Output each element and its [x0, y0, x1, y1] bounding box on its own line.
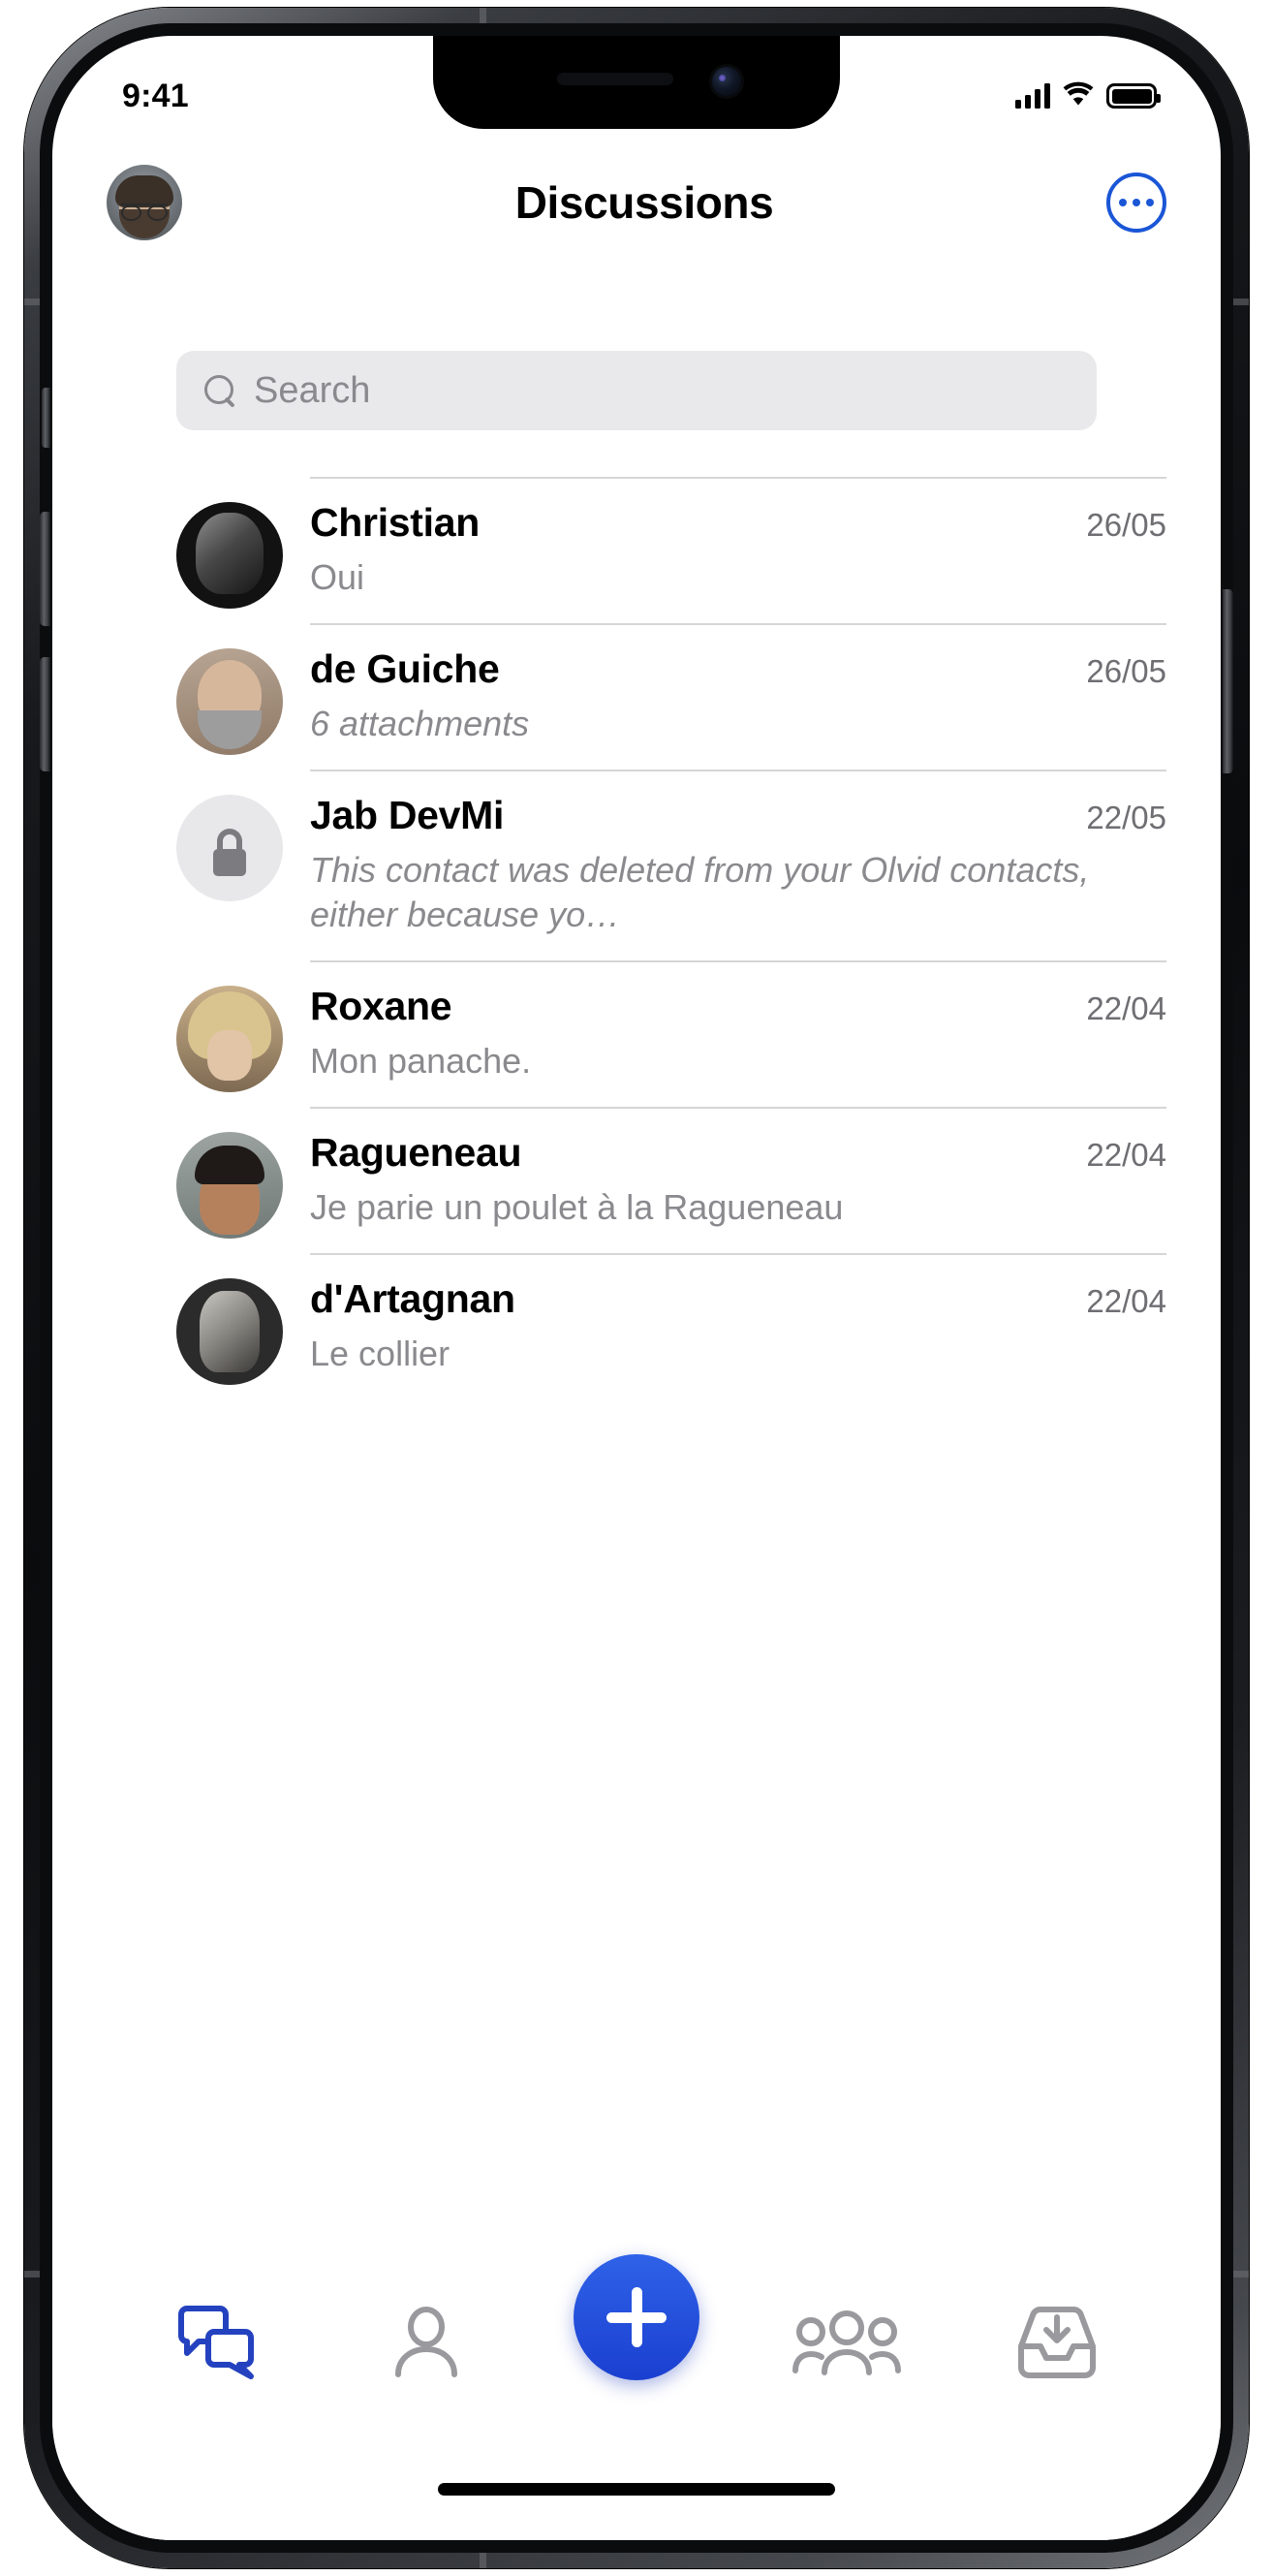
conversation-preview: Je parie un poulet à la Ragueneau: [310, 1187, 844, 1228]
search-input[interactable]: Search: [176, 351, 1097, 430]
status-icons: [1015, 81, 1161, 111]
volume-up-button[interactable]: [40, 512, 50, 626]
nav-header: Discussions: [52, 152, 1221, 253]
conversation-preview: Mon panache.: [310, 1041, 532, 1082]
conversation-preview: Oui: [310, 557, 365, 597]
conversation-top-row: de Guiche 26/05: [310, 646, 1166, 692]
antenna-line: [1233, 2271, 1249, 2278]
tab-groups[interactable]: [774, 2284, 919, 2401]
conversation-top-row: Christian 26/05: [310, 500, 1166, 546]
conversation-date: 22/04: [1086, 1137, 1166, 1174]
tab-invitations[interactable]: [984, 2284, 1130, 2401]
conversation-date: 22/04: [1086, 990, 1166, 1027]
conversation-preview: Le collier: [310, 1334, 450, 1374]
status-time: 9:41: [122, 77, 189, 114]
conversation-body: Ragueneau 22/04 Je parie un poulet à la Ra…: [310, 1107, 1166, 1253]
conversation-body: Christian 26/05 Oui: [310, 477, 1166, 623]
phone-bezel: 9:41 Discussions Search Christian 26/05 …: [40, 23, 1233, 2553]
conversation-top-row: d'Artagnan 22/04: [310, 1276, 1166, 1322]
avatar-glasses: [121, 204, 168, 221]
avatar-art: [200, 1291, 260, 1373]
conversation-name: de Guiche: [310, 646, 500, 692]
power-button[interactable]: [1223, 589, 1233, 773]
conversation-preview: 6 attachments: [310, 704, 530, 744]
conversation-row[interactable]: Roxane 22/04 Mon panache.: [52, 960, 1221, 1107]
discussions-icon: [175, 2305, 257, 2380]
antenna-line: [480, 8, 486, 23]
conversation-name: Jab DevMi: [310, 793, 505, 838]
lock-icon: [213, 849, 246, 877]
contact-avatar-roxane[interactable]: [176, 986, 283, 1093]
conversation-name: Christian: [310, 500, 480, 545]
avatar-art: [196, 512, 264, 594]
status-bar: 9:41: [52, 36, 1221, 133]
conversation-top-row: Roxane 22/04: [310, 984, 1166, 1029]
contact-avatar-de-guiche[interactable]: [176, 648, 283, 756]
contact-avatar-dartagnan[interactable]: [176, 1278, 283, 1386]
search-placeholder: Search: [254, 369, 371, 411]
conversation-name: Roxane: [310, 984, 452, 1029]
invitations-tray-icon: [1016, 2304, 1098, 2381]
conversation-top-row: Ragueneau 22/04: [310, 1130, 1166, 1176]
conversation-date: 22/04: [1086, 1283, 1166, 1320]
conversation-body: de Guiche 26/05 6 attachments: [310, 623, 1166, 770]
owner-avatar[interactable]: [107, 165, 182, 240]
contact-avatar-ragueneau[interactable]: [176, 1132, 283, 1240]
conversation-name: d'Artagnan: [310, 1276, 515, 1322]
home-indicator[interactable]: [438, 2483, 835, 2496]
ellipsis-circle-icon[interactable]: [1106, 173, 1166, 233]
search-icon: [203, 374, 236, 407]
antenna-line: [1233, 298, 1249, 305]
compose-button[interactable]: [574, 2254, 699, 2380]
tab-discussions[interactable]: [143, 2284, 289, 2401]
page-title: Discussions: [514, 177, 774, 228]
conversation-date: 26/05: [1086, 507, 1166, 543]
conversation-list[interactable]: Christian 26/05 Oui de Guiche 26/05 6 attachm…: [52, 477, 1221, 2240]
plus-icon: [631, 2287, 642, 2347]
antenna-line: [24, 2271, 40, 2278]
conversation-name: Ragueneau: [310, 1130, 522, 1176]
avatar-art: [198, 710, 262, 750]
conversation-top-row: Jab DevMi 22/05: [310, 793, 1166, 838]
battery-full-icon: [1106, 83, 1161, 109]
wifi-icon: [1063, 81, 1094, 111]
avatar-art: [195, 1146, 264, 1185]
conversation-row[interactable]: Ragueneau 22/04 Je parie un poulet à la Ra…: [52, 1107, 1221, 1253]
cellular-bars-icon: [1015, 83, 1050, 109]
lock-avatar-icon[interactable]: [176, 795, 283, 902]
silent-switch[interactable]: [42, 388, 50, 448]
antenna-line: [480, 2553, 486, 2568]
conversation-body: d'Artagnan 22/04 Le collier: [310, 1253, 1166, 1399]
conversation-preview: This contact was deleted from your Olvid…: [310, 850, 1090, 935]
conversation-row[interactable]: Jab DevMi 22/05 This contact was deleted f…: [52, 770, 1221, 960]
conversation-body: Roxane 22/04 Mon panache.: [310, 960, 1166, 1107]
conversation-date: 22/05: [1086, 800, 1166, 836]
antenna-line: [24, 298, 40, 305]
tab-contacts[interactable]: [354, 2284, 499, 2401]
volume-down-button[interactable]: [40, 657, 50, 771]
conversation-body: Jab DevMi 22/05 This contact was deleted f…: [310, 770, 1166, 960]
conversation-date: 26/05: [1086, 653, 1166, 690]
contact-avatar-christian[interactable]: [176, 502, 283, 609]
conversation-row[interactable]: de Guiche 26/05 6 attachments: [52, 623, 1221, 770]
conversation-row[interactable]: Christian 26/05 Oui: [52, 477, 1221, 623]
contacts-person-icon: [389, 2305, 463, 2380]
phone-screen: 9:41 Discussions Search Christian 26/05 …: [52, 36, 1221, 2540]
phone-frame: 9:41 Discussions Search Christian 26/05 …: [24, 8, 1249, 2568]
groups-people-icon: [792, 2309, 902, 2376]
avatar-art: [207, 1030, 252, 1082]
conversation-row[interactable]: d'Artagnan 22/04 Le collier: [52, 1253, 1221, 1399]
tab-bar: [52, 2240, 1221, 2540]
